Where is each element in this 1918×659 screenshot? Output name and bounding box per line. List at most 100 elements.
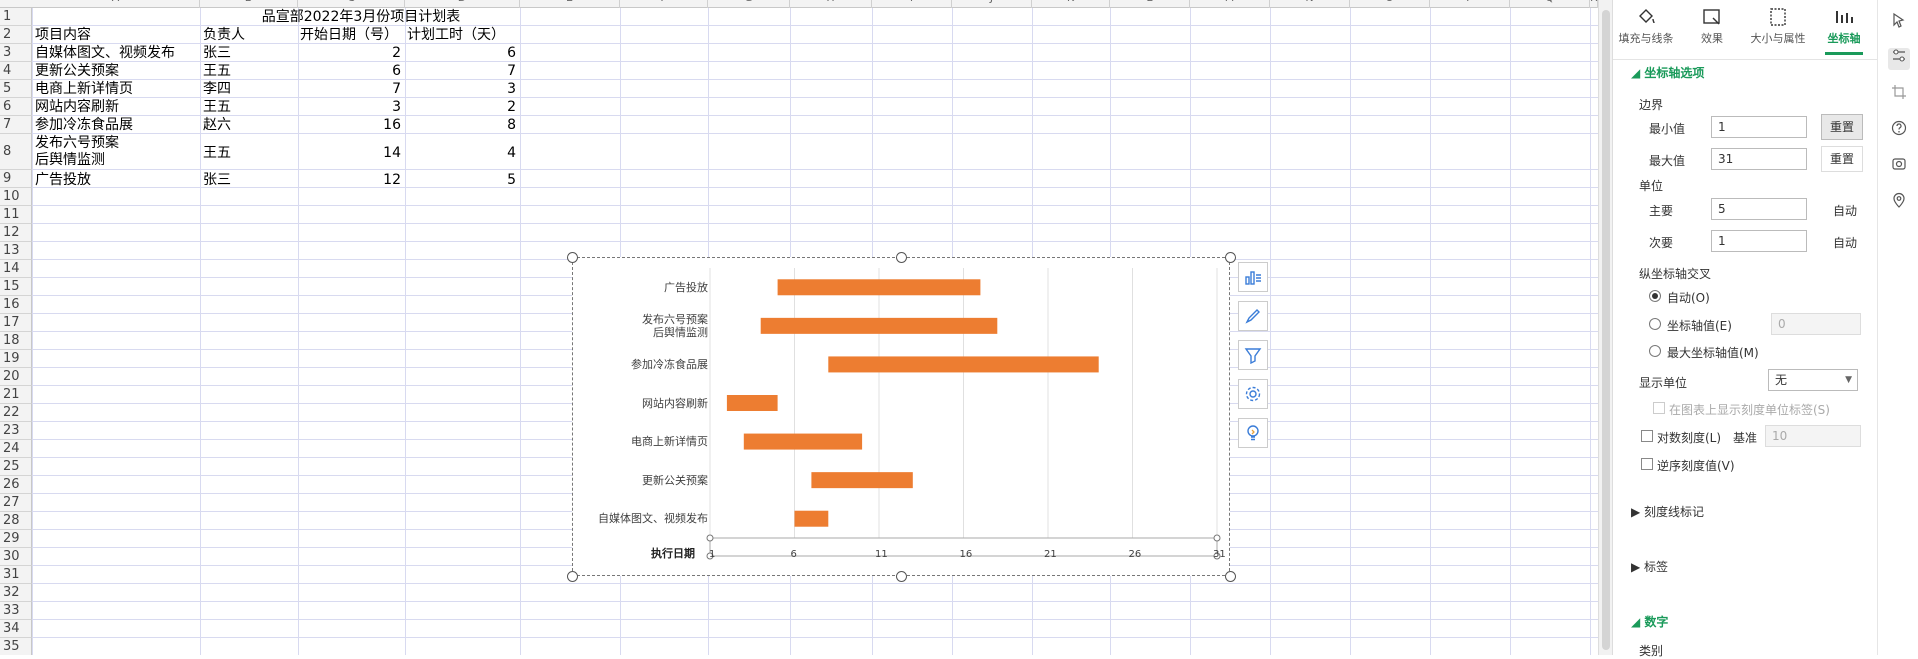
row-header[interactable]: 17 [0,314,32,332]
gantt-bar[interactable] [828,356,1099,373]
row-header[interactable]: 16 [0,296,32,314]
chart-resize-handle[interactable] [1225,571,1236,582]
chart-resize-handle[interactable] [896,571,907,582]
reset-max-button[interactable]: 重置 [1821,146,1863,172]
row-header[interactable]: 3 [0,44,32,62]
row-header[interactable]: 1 [0,8,32,26]
row-header[interactable]: 35 [0,638,32,655]
crop-transform-icon[interactable] [1888,84,1910,106]
owner-cell[interactable]: 李四 [201,80,297,98]
owner-cell[interactable]: 王五 [201,98,297,116]
row-header[interactable]: 32 [0,584,32,602]
column-header[interactable]: A [32,0,200,8]
labels-section[interactable]: ▶ 标签 [1631,558,1668,575]
help-icon[interactable] [1888,120,1910,142]
axis-options-section[interactable]: ◢ 坐标轴选项 [1631,64,1704,81]
cross-axis-value-radio[interactable] [1649,318,1661,330]
display-units-select[interactable]: 无 ▼ [1768,369,1858,391]
days-cell[interactable]: 5 [405,171,519,189]
task-cell-line2[interactable]: 后舆情监测 [33,151,199,169]
log-scale-label[interactable]: 对数刻度(L) [1657,429,1721,446]
start-cell[interactable]: 7 [298,80,404,98]
task-cell[interactable]: 更新公关预案 [33,62,199,80]
cross-max-radio[interactable] [1649,345,1661,357]
row-header[interactable]: 34 [0,620,32,638]
axis-handle[interactable] [1213,534,1221,542]
row-header[interactable]: 2 [0,26,32,44]
location-pin-icon[interactable] [1888,192,1910,214]
row-header[interactable]: 18 [0,332,32,350]
header-start-cell[interactable]: 开始日期（号） [298,26,404,44]
row-header[interactable]: 15 [0,278,32,296]
column-header[interactable]: B [200,0,298,8]
row-header[interactable]: 29 [0,530,32,548]
chart-ideas-bulb-icon[interactable] [1238,418,1268,448]
row-header[interactable]: 25 [0,458,32,476]
owner-cell[interactable]: 赵六 [201,116,297,134]
tab-size-properties[interactable]: 大小与属性 [1745,6,1811,46]
column-header[interactable]: K [1032,0,1110,8]
min-value-input[interactable]: 1 [1711,116,1807,138]
cross-axis-value-input[interactable]: 0 [1771,313,1861,335]
cross-auto-label[interactable]: 自动(O) [1667,289,1710,306]
cross-auto-radio[interactable] [1649,290,1661,302]
column-header[interactable]: J [952,0,1032,8]
column-header[interactable]: I [872,0,952,8]
axis-handle[interactable] [706,534,714,542]
start-cell[interactable]: 3 [298,98,404,116]
row-header[interactable]: 4 [0,62,32,80]
row-header[interactable]: 13 [0,242,32,260]
gantt-bar[interactable] [743,433,863,450]
start-cell[interactable]: 16 [298,116,404,134]
row-header[interactable]: 31 [0,566,32,584]
cross-max-label[interactable]: 最大坐标轴值(M) [1667,344,1759,361]
row-header[interactable]: 28 [0,512,32,530]
row-header[interactable]: 10 [0,188,32,206]
gantt-bar[interactable] [811,472,913,489]
spreadsheet-grid[interactable]: ABCDEFGHIJKLMNOPQR 123456789101112131415… [0,0,1598,655]
row-header[interactable]: 7 [0,116,32,134]
column-header[interactable]: M [1190,0,1270,8]
tick-marks-section[interactable]: ▶ 刻度线标记 [1631,503,1704,520]
column-header[interactable]: O [1350,0,1430,8]
gantt-chart[interactable]: 广告投放 发布六号预案 后舆情监测 参加冷冻食品展 网站内容刷新 电商上新详情页 更新公关… [572,257,1230,576]
row-header[interactable]: 23 [0,422,32,440]
days-cell[interactable]: 6 [405,44,519,62]
start-cell[interactable]: 2 [298,44,404,62]
vertical-scrollbar[interactable] [1598,0,1612,655]
column-header[interactable]: L [1110,0,1190,8]
days-cell[interactable]: 2 [405,98,519,116]
column-header[interactable]: R [1590,0,1598,8]
table-title-cell[interactable]: 品宣部2022年3月份项目计划表 [200,8,520,26]
minor-auto-button[interactable]: 自动 [1833,234,1857,251]
reset-min-button[interactable]: 重置 [1821,114,1863,140]
log-scale-checkbox[interactable] [1641,430,1653,442]
header-task-cell[interactable]: 项目内容 [33,26,199,44]
task-cell[interactable]: 参加冷冻食品展 [33,116,199,134]
gantt-bar[interactable] [726,395,778,411]
owner-cell[interactable]: 王五 [201,62,297,80]
cross-axis-value-label[interactable]: 坐标轴值(E) [1667,317,1732,334]
owner-cell[interactable]: 张三 [201,44,297,62]
tab-effects[interactable]: 效果 [1679,6,1745,46]
gantt-bar[interactable] [794,510,829,527]
column-header[interactable]: H [790,0,872,8]
column-header[interactable]: G [708,0,790,8]
row-header[interactable]: 14 [0,260,32,278]
days-cell[interactable]: 8 [405,116,519,134]
max-value-input[interactable]: 31 [1711,148,1807,170]
major-auto-button[interactable]: 自动 [1833,202,1857,219]
owner-cell[interactable]: 王五 [201,144,297,162]
reverse-order-checkbox[interactable] [1641,458,1653,470]
log-base-input[interactable]: 10 [1765,425,1861,447]
row-header[interactable]: 20 [0,368,32,386]
gantt-bar[interactable] [777,279,981,296]
properties-sliders-icon[interactable] [1888,48,1910,70]
row-header[interactable]: 21 [0,386,32,404]
row-header[interactable]: 11 [0,206,32,224]
column-header[interactable]: D [405,0,520,8]
chart-filter-icon[interactable] [1238,340,1268,370]
select-cursor-icon[interactable] [1888,12,1910,34]
start-cell[interactable]: 12 [298,171,404,189]
task-cell[interactable]: 电商上新详情页 [33,80,199,98]
